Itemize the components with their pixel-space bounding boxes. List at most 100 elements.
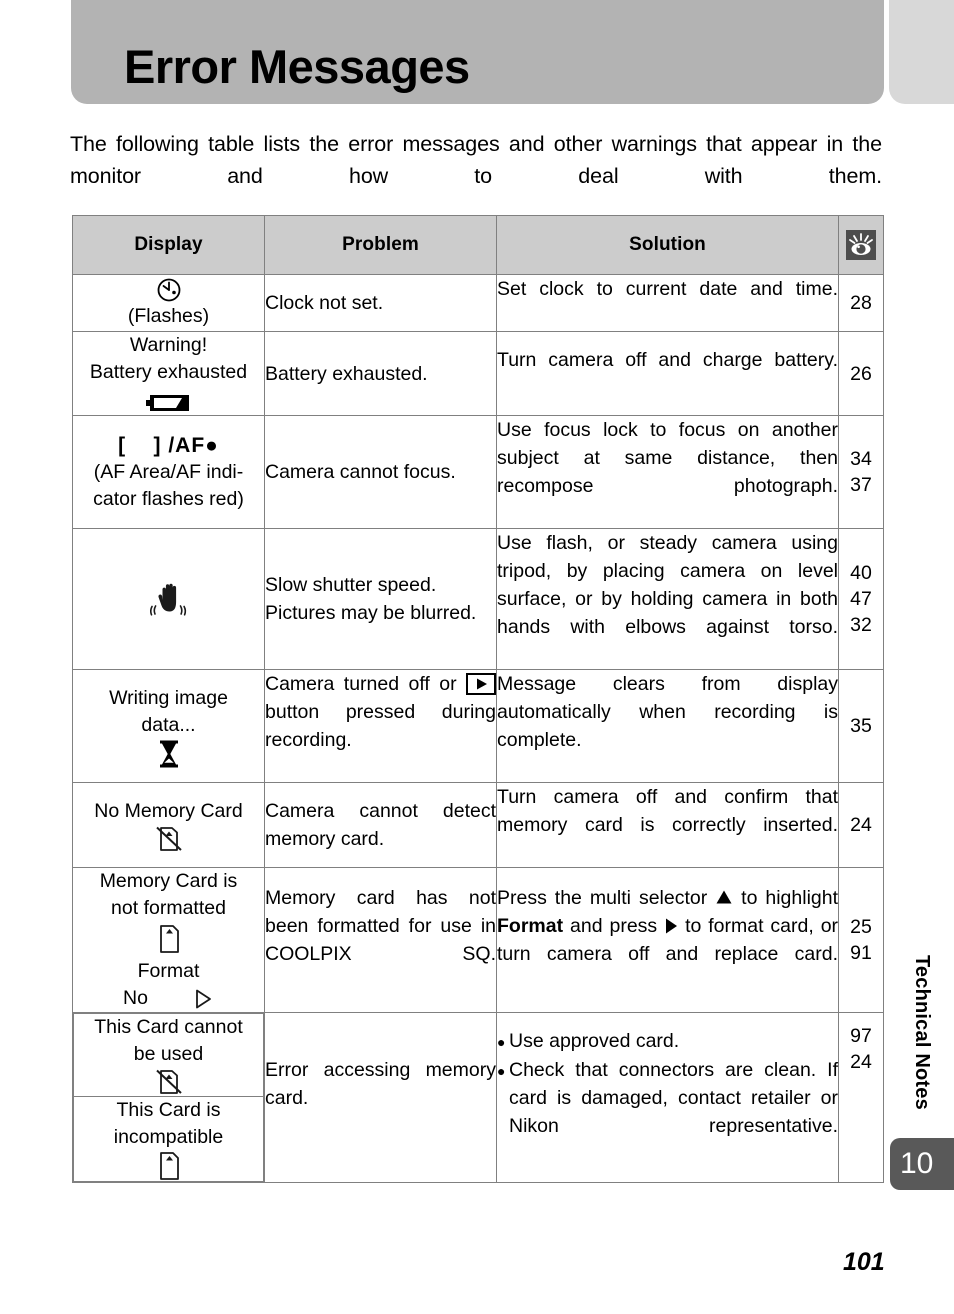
display-subrow: This Card cannot be used [73, 1013, 264, 1097]
solution-text-mid2: and press [570, 915, 658, 937]
table-row: Writing image data... Camera turned off … [72, 669, 884, 783]
cell-solution: Press the multi selector to highlight Fo… [496, 867, 839, 1013]
header-side-banner [889, 0, 954, 104]
cell-reference: 28 [838, 274, 884, 332]
cell-display [72, 528, 265, 670]
cell-problem: Error accessing memory card. [264, 1012, 497, 1183]
error-messages-table: Display Problem Solution (Flashes) Clock… [72, 215, 884, 1183]
problem-text-pre: Camera turned off or [265, 673, 457, 695]
cell-solution: Use focus lock to focus on another subje… [496, 415, 839, 529]
clock-icon-wrap [73, 276, 264, 303]
triangle-right-icon [664, 915, 678, 934]
cell-display: No Memory Card [72, 782, 265, 868]
cell-problem: Camera cannot focus. [264, 415, 497, 529]
cell-reference: 24 [838, 782, 884, 868]
cell-display: (Flashes) [72, 274, 265, 332]
playback-button-icon [466, 673, 496, 695]
display-sub-1: This Card cannot be used [73, 1013, 264, 1097]
bullet-text: Check that connectors are clean. If card… [509, 1059, 838, 1137]
cell-problem: Clock not set. [264, 274, 497, 332]
clock-icon [156, 277, 182, 303]
cell-display: Memory Card is not formatted Format No [72, 867, 265, 1013]
problem-line-2: Pictures may be blurred. [265, 602, 477, 624]
triangle-right-outline-icon [190, 987, 214, 1011]
camera-shake-icon [149, 579, 188, 619]
cell-display-split: This Card cannot be used This Card is in… [72, 1012, 265, 1183]
cell-solution: ● Use approved card. ● Check that connec… [496, 1012, 839, 1183]
cell-reference: 34 37 [838, 415, 884, 529]
intro-paragraph: The following table lists the error mess… [70, 132, 882, 188]
table-row: Memory Card is not formatted Format No M… [72, 867, 884, 1013]
table-row: Slow shutter speed. Pictures may be blur… [72, 528, 884, 670]
display-sub2-line-1: This Card is [116, 1099, 221, 1121]
hourglass-icon [158, 740, 180, 768]
cell-solution: Message clears from display automaticall… [496, 669, 839, 783]
column-header-solution: Solution [496, 215, 839, 275]
problem-line-1: Slow shutter speed. [265, 574, 437, 596]
column-header-problem: Problem [264, 215, 497, 275]
cell-problem: Camera cannot detect memory card. [264, 782, 497, 868]
cell-reference: 97 24 [838, 1012, 884, 1183]
card-icon-wrap [74, 1151, 263, 1181]
af-indicator-dot: ● [205, 433, 219, 457]
table-row: [ ] /AF● (AF Area/AF indi- cator flashes… [72, 415, 884, 529]
cell-problem: Slow shutter speed. Pictures may be blur… [264, 528, 497, 670]
table-row: No Memory Card Camera cannot detect memo… [72, 782, 884, 868]
table-row: (Flashes) Clock not set. Set clock to cu… [72, 274, 884, 332]
cell-display: [ ] /AF● (AF Area/AF indi- cator flashes… [72, 415, 265, 529]
cell-problem: Battery exhausted. [264, 331, 497, 416]
af-symbol: [ ] /AF [118, 433, 206, 457]
cell-reference: 25 91 [838, 867, 884, 1013]
list-item: ● Use approved card. [497, 1027, 838, 1056]
display-subtable: This Card cannot be used This Card is in… [73, 1013, 264, 1182]
display-line-3: Format [137, 960, 200, 982]
page-title: Error Messages [124, 40, 470, 93]
display-line-1: Memory Card is [99, 870, 238, 892]
cell-display: Warning! Battery exhausted [72, 331, 265, 416]
eye-icon [846, 230, 876, 260]
display-sub1-line-1: This Card cannot [94, 1016, 243, 1038]
bullet-text: Use approved card. [509, 1030, 680, 1052]
solution-bold-term: Format [497, 915, 564, 937]
cell-solution: Set clock to current date and time. [496, 274, 839, 332]
cell-solution: Use flash, or steady camera using tripod… [496, 528, 839, 670]
display-line-2: not formatted [111, 897, 226, 919]
solution-text-mid: to highlight [741, 887, 839, 909]
memory-card-icon [156, 924, 182, 954]
format-option-row: No [73, 985, 264, 1012]
display-sub2-line-2: incompatible [113, 1126, 224, 1148]
card-icon-wrap [73, 924, 264, 954]
no-memory-card-icon [154, 825, 184, 853]
memory-card-icon [156, 1151, 182, 1181]
display-line-4: No [123, 987, 148, 1009]
battery-empty-icon [146, 393, 191, 411]
display-subrow: This Card is incompatible [73, 1096, 264, 1182]
chapter-label: Technical Notes [911, 955, 933, 1110]
problem-text-post: button pressed during recording. [265, 701, 496, 751]
column-header-display: Display [72, 215, 265, 275]
cell-reference: 35 [838, 669, 884, 783]
display-line-1: Writing image [109, 686, 228, 709]
display-line-2: (AF Area/AF indi- [93, 460, 244, 483]
bullet-icon: ● [497, 1063, 506, 1079]
solution-text-pre: Press the multi selector [497, 887, 708, 909]
af-symbol-line: [ ] /AF● [73, 432, 264, 459]
no-memory-card-icon [154, 1068, 184, 1096]
table-row: Warning! Battery exhausted Battery exhau… [72, 331, 884, 416]
hourglass-icon-wrap [73, 740, 264, 768]
display-line-2: Battery exhausted [89, 361, 248, 383]
cell-reference: 40 47 32 [838, 528, 884, 670]
chapter-number-tab: 10 [890, 1138, 954, 1190]
cell-problem: Camera turned off or button pressed duri… [264, 669, 497, 783]
table-row: This Card cannot be used This Card is in… [72, 1012, 884, 1183]
no-card-icon-wrap [73, 825, 264, 853]
display-sub1-line-2: be used [133, 1043, 204, 1065]
column-header-reference [838, 215, 884, 275]
display-sub-2: This Card is incompatible [73, 1096, 264, 1182]
page-number: 101 [843, 1248, 885, 1276]
cell-solution: Turn camera off and charge battery. [496, 331, 839, 416]
display-line-1: Warning! [129, 334, 208, 356]
no-card-icon-wrap [74, 1068, 263, 1096]
cell-problem: Memory card has not been formatted for u… [264, 867, 497, 1013]
cell-solution: Turn camera off and confirm that memory … [496, 782, 839, 868]
